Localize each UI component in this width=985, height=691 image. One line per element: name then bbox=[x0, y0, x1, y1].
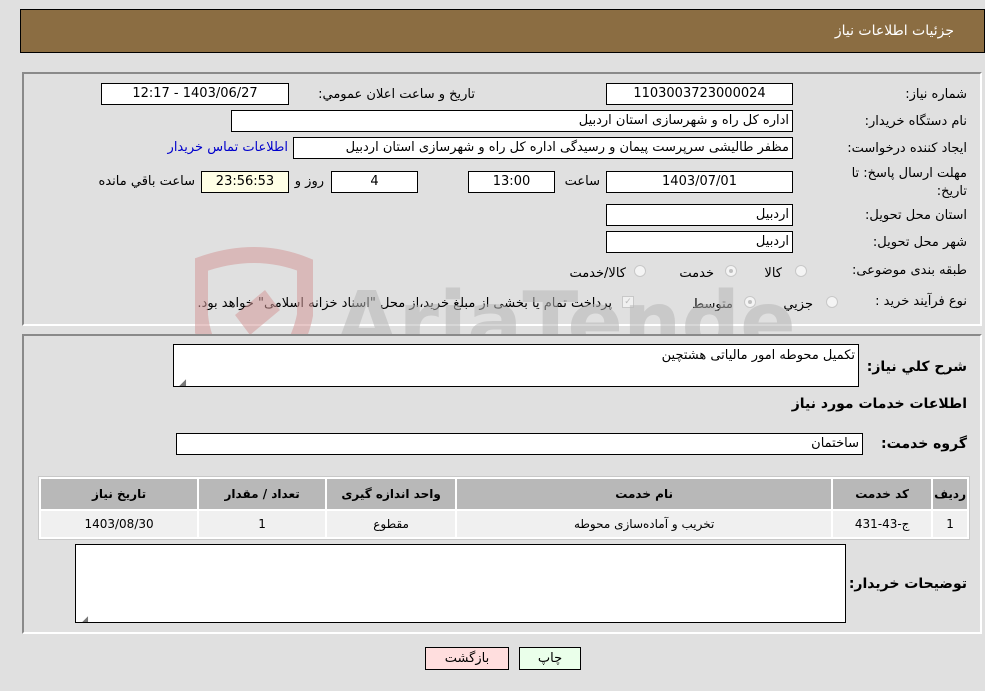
buyer-notes-label: توضیحات خریدار: bbox=[848, 576, 967, 592]
cell-service-code: ج-43-431 bbox=[833, 511, 932, 537]
deadline-time-label: ساعت bbox=[564, 174, 600, 189]
cell-need-date: 1403/08/30 bbox=[41, 511, 198, 537]
col-service-name: نام خدمت bbox=[457, 479, 832, 509]
deadline-date-field: 1403/07/01 bbox=[606, 171, 793, 193]
province-label: استان محل تحویل: bbox=[865, 208, 967, 223]
days-remaining-field: 4 bbox=[331, 171, 418, 193]
deadline-label: مهلت ارسال پاسخ: تا تاریخ: bbox=[851, 166, 967, 199]
creator-label: ایجاد کننده درخواست: bbox=[847, 141, 967, 156]
process-radio-medium[interactable] bbox=[744, 296, 756, 308]
col-need-date: تاریخ نیاز bbox=[41, 479, 198, 509]
category-radio-goods[interactable] bbox=[795, 265, 807, 277]
cell-service-name: تخریب و آماده‌سازی محوطه bbox=[457, 511, 832, 537]
cell-row-number: 1 bbox=[933, 511, 967, 537]
resize-grip-icon[interactable]: ◢ bbox=[176, 374, 186, 386]
description-field[interactable]: تکمیل محوطه امور مالیاتی هشتچین ◢ bbox=[173, 344, 859, 387]
treasury-checkbox[interactable]: ✓ bbox=[622, 296, 634, 308]
buyer-notes-field[interactable]: ◢ bbox=[75, 544, 846, 623]
remaining-label: ساعت باقي مانده bbox=[98, 174, 195, 189]
service-group-label: گروه خدمت: bbox=[881, 436, 967, 452]
description-label: شرح کلي نياز: bbox=[866, 359, 967, 375]
description-text: تکمیل محوطه امور مالیاتی هشتچین bbox=[661, 348, 855, 363]
category-label: طبقه بندی موضوعی: bbox=[851, 263, 967, 278]
col-unit: واحد اندازه گیری bbox=[327, 479, 456, 509]
province-field: اردبیل bbox=[606, 204, 793, 226]
category-radio-goods-service[interactable] bbox=[634, 265, 646, 277]
buyer-org-field: اداره کل راه و شهرسازی استان اردبیل bbox=[231, 110, 793, 132]
col-service-code: کد خدمت bbox=[833, 479, 932, 509]
announce-field: 1403/06/27 - 12:17 bbox=[101, 83, 289, 105]
category-option-goods: کالا bbox=[764, 266, 782, 281]
need-number-label: شماره نیاز: bbox=[905, 87, 967, 102]
page-title: جزئیات اطلاعات نیاز bbox=[834, 23, 954, 39]
table-row: 1 ج-43-431 تخریب و آماده‌سازی محوطه مقطو… bbox=[41, 511, 967, 537]
col-quantity: تعداد / مقدار bbox=[199, 479, 326, 509]
process-option-minor: جزيي bbox=[783, 297, 813, 312]
cell-unit: مقطوع bbox=[327, 511, 456, 537]
buyer-org-label: نام دستگاه خریدار: bbox=[864, 114, 967, 129]
back-button[interactable]: بازگشت bbox=[425, 647, 509, 670]
service-group-field: ساختمان bbox=[176, 433, 863, 455]
cell-quantity: 1 bbox=[199, 511, 326, 537]
treasury-note: پرداخت تمام یا بخشی از مبلغ خرید،از محل … bbox=[197, 296, 612, 311]
announce-label: تاریخ و ساعت اعلان عمومي: bbox=[318, 87, 475, 102]
table-header-row: ردیف کد خدمت نام خدمت واحد اندازه گیری ت… bbox=[41, 479, 967, 509]
city-label: شهر محل تحویل: bbox=[872, 235, 967, 250]
resize-grip-icon[interactable]: ◢ bbox=[78, 610, 88, 622]
services-table: ردیف کد خدمت نام خدمت واحد اندازه گیری ت… bbox=[38, 476, 970, 540]
category-radio-service[interactable] bbox=[725, 265, 737, 277]
services-heading: اطلاعات خدمات مورد نیاز bbox=[791, 396, 967, 412]
col-row-number: ردیف bbox=[933, 479, 967, 509]
buyer-contact-link[interactable]: اطلاعات تماس خریدار bbox=[168, 140, 288, 155]
page-header: جزئیات اطلاعات نیاز bbox=[20, 9, 985, 53]
creator-field: مظفر طالیشی سرپرست پیمان و رسیدگی اداره … bbox=[293, 137, 793, 159]
city-field: اردبیل bbox=[606, 231, 793, 253]
days-label: روز و bbox=[294, 174, 324, 189]
deadline-time-field: 13:00 bbox=[468, 171, 555, 193]
print-button[interactable]: چاپ bbox=[519, 647, 581, 670]
process-label: نوع فرآیند خرید : bbox=[875, 294, 967, 309]
category-option-goods-service: کالا/خدمت bbox=[569, 266, 626, 281]
process-option-medium: متوسط bbox=[692, 297, 733, 312]
remaining-time-field: 23:56:53 bbox=[201, 171, 289, 193]
need-number-field: 1103003723000024 bbox=[606, 83, 793, 105]
process-radio-minor[interactable] bbox=[826, 296, 838, 308]
category-option-service: خدمت bbox=[679, 266, 714, 281]
